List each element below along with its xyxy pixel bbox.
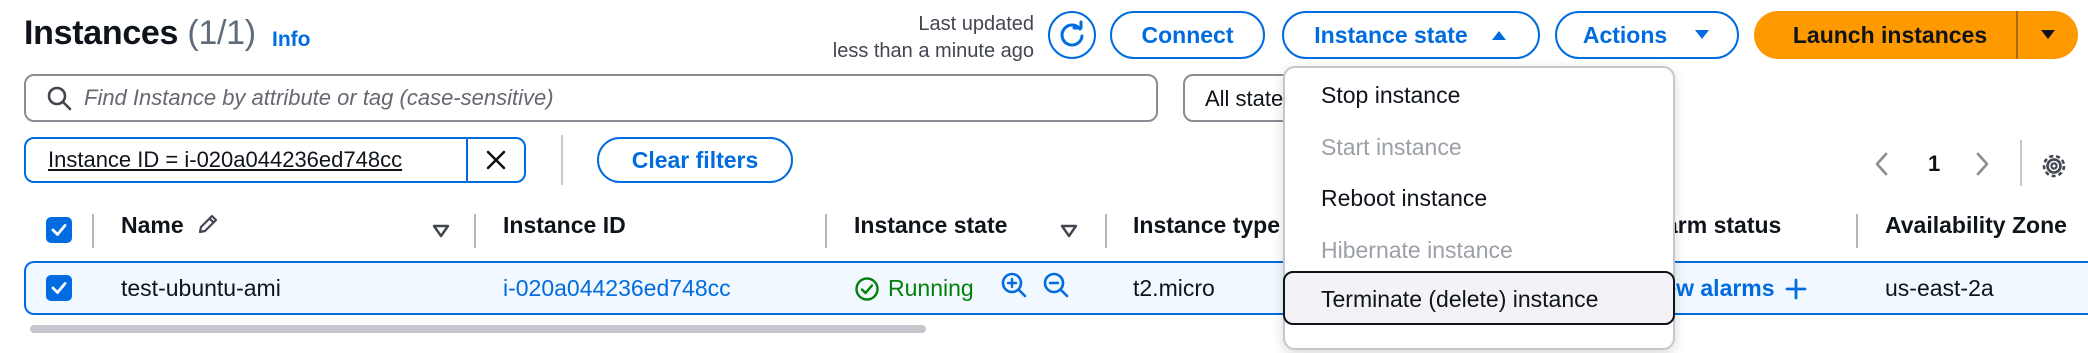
remove-filter-button[interactable] — [466, 139, 524, 181]
check-circle-icon — [855, 276, 879, 301]
search-placeholder: Find Instance by attribute or tag (case-… — [84, 85, 554, 110]
instance-state-menu: Stop instance Start instance Reboot inst… — [1283, 66, 1675, 350]
zoom-out-icon[interactable] — [1042, 271, 1070, 299]
caret-down-icon — [1695, 30, 1710, 39]
launch-instances-label: Launch instances — [1792, 21, 1988, 48]
split-divider — [2016, 11, 2018, 59]
horizontal-scrollbar[interactable] — [30, 325, 926, 333]
chevron-right-icon[interactable] — [1972, 151, 1992, 177]
select-all-checkbox[interactable] — [46, 217, 72, 243]
instance-id-link[interactable]: i-020a044236ed748cc — [503, 275, 731, 302]
clear-filters-button[interactable]: Clear filters — [597, 137, 793, 183]
zoom-in-icon[interactable] — [1000, 271, 1028, 299]
column-header-instance-type[interactable]: Instance type — [1133, 212, 1280, 239]
actions-label: Actions — [1582, 21, 1668, 48]
page-title: Instances (1/1) — [24, 14, 256, 53]
connect-button[interactable]: Connect — [1110, 11, 1265, 59]
row-checkbox[interactable] — [46, 275, 72, 301]
last-updated: Last updated less than a minute ago — [833, 11, 1034, 65]
gear-icon[interactable] — [2038, 150, 2070, 182]
sort-down-icon[interactable] — [1060, 224, 1078, 238]
plus-icon — [1785, 278, 1806, 299]
instance-state-button[interactable]: Instance state — [1282, 11, 1540, 59]
last-updated-label: Last updated — [918, 13, 1034, 35]
column-header-name[interactable]: Name — [121, 212, 220, 239]
instance-type: t2.micro — [1133, 275, 1215, 301]
search-input[interactable]: Find Instance by attribute or tag (case-… — [24, 74, 1158, 122]
menu-item-terminate-instance[interactable]: Terminate (delete) instance — [1283, 271, 1675, 325]
menu-item-terminate-label: Terminate (delete) instance — [1321, 286, 1599, 312]
clear-filters-label: Clear filters — [631, 146, 759, 173]
instance-state-text: Running — [888, 275, 974, 301]
caret-down-icon — [2041, 30, 2055, 39]
instance-state-label: Instance state — [1314, 21, 1468, 48]
divider — [2020, 140, 2022, 186]
menu-item-stop-instance[interactable]: Stop instance — [1321, 82, 1460, 109]
launch-dropdown-toggle[interactable] — [2018, 28, 2078, 42]
checkbox-checked-icon — [51, 282, 67, 294]
divider — [561, 135, 563, 185]
info-link[interactable]: Info — [272, 28, 310, 52]
page-title-text: Instances — [24, 14, 179, 52]
column-header-availability-zone[interactable]: Availability Zone — [1885, 212, 2067, 239]
checkbox-checked-icon — [51, 224, 67, 236]
last-updated-value: less than a minute ago — [832, 40, 1034, 62]
refresh-button[interactable] — [1048, 11, 1096, 59]
launch-instances-button[interactable]: Launch instances — [1754, 11, 2078, 59]
page-number[interactable]: 1 — [1928, 151, 1940, 177]
sort-down-icon[interactable] — [432, 224, 450, 238]
column-divider — [825, 214, 827, 248]
availability-zone: us-east-2a — [1885, 275, 1994, 301]
column-header-name-label: Name — [121, 212, 184, 238]
instance-count: (1/1) — [187, 14, 256, 52]
column-divider — [1856, 214, 1858, 248]
actions-button[interactable]: Actions — [1555, 11, 1739, 59]
filter-token-label: Instance ID = i-020a044236ed748cc — [48, 147, 403, 172]
menu-item-hibernate-instance: Hibernate instance — [1321, 237, 1513, 263]
filter-token[interactable]: Instance ID = i-020a044236ed748cc — [24, 137, 526, 183]
connect-label: Connect — [1141, 21, 1234, 48]
menu-item-start-instance: Start instance — [1321, 134, 1462, 160]
column-divider — [474, 214, 476, 248]
pencil-icon — [198, 214, 218, 234]
instance-state-cell: Running — [854, 275, 974, 302]
menu-item-reboot-instance[interactable]: Reboot instance — [1321, 185, 1487, 212]
refresh-icon — [1060, 20, 1084, 47]
column-header-instance-state[interactable]: Instance state — [854, 212, 1007, 239]
search-icon — [47, 86, 72, 111]
instance-name: test-ubuntu-ami — [121, 275, 281, 301]
column-header-instance-id[interactable]: Instance ID — [503, 212, 626, 239]
column-divider — [1105, 214, 1107, 248]
chevron-left-icon[interactable] — [1872, 151, 1892, 177]
close-icon — [486, 150, 506, 170]
column-divider — [92, 214, 94, 248]
caret-up-icon — [1491, 31, 1506, 40]
